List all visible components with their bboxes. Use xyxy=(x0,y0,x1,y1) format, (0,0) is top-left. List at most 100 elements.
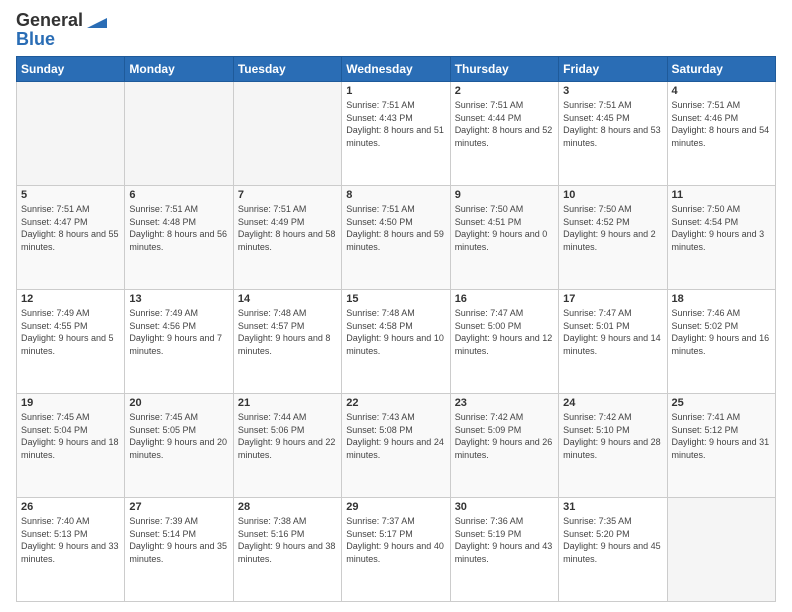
calendar-cell: 12 Sunrise: 7:49 AMSunset: 4:55 PMDayligh… xyxy=(17,290,125,394)
calendar-cell: 16Sunrise: 7:47 AMSunset: 5:00 PMDayligh… xyxy=(450,290,558,394)
day-info: Sunrise: 7:46 AMSunset: 5:02 PMDaylight:… xyxy=(672,307,771,357)
day-number: 8 xyxy=(346,189,445,201)
day-number: 20 xyxy=(129,397,228,409)
day-info: Sunrise: 7:51 AMSunset: 4:45 PMDaylight:… xyxy=(563,99,662,149)
header: General Blue xyxy=(16,10,776,50)
day-number: 17 xyxy=(563,293,662,305)
day-info: Sunrise: 7:41 AMSunset: 5:12 PMDaylight:… xyxy=(672,411,771,461)
day-info: Sunrise: 7:44 AMSunset: 5:06 PMDaylight:… xyxy=(238,411,337,461)
calendar-cell: 22 Sunrise: 7:43 AMSunset: 5:08 PMDayligh… xyxy=(342,394,450,498)
calendar-cell xyxy=(667,498,775,602)
calendar-cell: 7 Sunrise: 7:51 AMSunset: 4:49 PMDaylight… xyxy=(233,186,341,290)
day-info: Sunrise: 7:51 AMSunset: 4:50 PMDaylight:… xyxy=(346,203,445,253)
day-number: 16 xyxy=(455,293,554,305)
weekday-header-friday: Friday xyxy=(559,57,667,82)
day-info: Sunrise: 7:38 AMSunset: 5:16 PMDaylight:… xyxy=(238,515,337,565)
day-info: Sunrise: 7:35 AMSunset: 5:20 PMDaylight:… xyxy=(563,515,662,565)
day-number: 19 xyxy=(21,397,120,409)
calendar-cell: 20 Sunrise: 7:45 AMSunset: 5:05 PMDayligh… xyxy=(125,394,233,498)
day-info: Sunrise: 7:50 AMSunset: 4:52 PMDaylight:… xyxy=(563,203,662,253)
week-row-1: 1 Sunrise: 7:51 AMSunset: 4:43 PMDaylight… xyxy=(17,82,776,186)
calendar-cell: 26 Sunrise: 7:40 AMSunset: 5:13 PMDayligh… xyxy=(17,498,125,602)
calendar-cell xyxy=(125,82,233,186)
day-number: 23 xyxy=(455,397,554,409)
calendar-cell: 21Sunrise: 7:44 AMSunset: 5:06 PMDayligh… xyxy=(233,394,341,498)
calendar-cell: 29Sunrise: 7:37 AMSunset: 5:17 PMDayligh… xyxy=(342,498,450,602)
logo-general-text: General xyxy=(16,10,83,31)
week-row-4: 19 Sunrise: 7:45 AMSunset: 5:04 PMDayligh… xyxy=(17,394,776,498)
day-info: Sunrise: 7:37 AMSunset: 5:17 PMDaylight:… xyxy=(346,515,445,565)
day-number: 4 xyxy=(672,85,771,97)
day-number: 30 xyxy=(455,501,554,513)
day-info: Sunrise: 7:42 AMSunset: 5:10 PMDaylight:… xyxy=(563,411,662,461)
calendar-cell: 23 Sunrise: 7:42 AMSunset: 5:09 PMDayligh… xyxy=(450,394,558,498)
calendar-cell: 4 Sunrise: 7:51 AMSunset: 4:46 PMDaylight… xyxy=(667,82,775,186)
day-info: Sunrise: 7:42 AMSunset: 5:09 PMDaylight:… xyxy=(455,411,554,461)
week-row-2: 5Sunrise: 7:51 AMSunset: 4:47 PMDaylight… xyxy=(17,186,776,290)
calendar-cell: 30 Sunrise: 7:36 AMSunset: 5:19 PMDayligh… xyxy=(450,498,558,602)
calendar-cell: 31Sunrise: 7:35 AMSunset: 5:20 PMDayligh… xyxy=(559,498,667,602)
day-number: 25 xyxy=(672,397,771,409)
day-number: 7 xyxy=(238,189,337,201)
calendar-cell: 8 Sunrise: 7:51 AMSunset: 4:50 PMDaylight… xyxy=(342,186,450,290)
calendar-table: SundayMondayTuesdayWednesdayThursdayFrid… xyxy=(16,56,776,602)
day-number: 3 xyxy=(563,85,662,97)
calendar-cell: 27Sunrise: 7:39 AMSunset: 5:14 PMDayligh… xyxy=(125,498,233,602)
page: General Blue SundayMondayTuesdayWednesda… xyxy=(0,0,792,612)
logo-icon xyxy=(85,14,107,30)
day-number: 11 xyxy=(672,189,771,201)
day-number: 26 xyxy=(21,501,120,513)
day-info: Sunrise: 7:51 AMSunset: 4:44 PMDaylight:… xyxy=(455,99,554,149)
calendar-cell: 1 Sunrise: 7:51 AMSunset: 4:43 PMDaylight… xyxy=(342,82,450,186)
calendar-cell: 17Sunrise: 7:47 AMSunset: 5:01 PMDayligh… xyxy=(559,290,667,394)
calendar-cell: 18 Sunrise: 7:46 AMSunset: 5:02 PMDayligh… xyxy=(667,290,775,394)
calendar-cell: 10 Sunrise: 7:50 AMSunset: 4:52 PMDayligh… xyxy=(559,186,667,290)
weekday-header-thursday: Thursday xyxy=(450,57,558,82)
day-number: 22 xyxy=(346,397,445,409)
day-info: Sunrise: 7:43 AMSunset: 5:08 PMDaylight:… xyxy=(346,411,445,461)
day-info: Sunrise: 7:51 AMSunset: 4:47 PMDaylight:… xyxy=(21,203,120,253)
calendar-cell: 9Sunrise: 7:50 AMSunset: 4:51 PMDaylight… xyxy=(450,186,558,290)
calendar-cell: 5Sunrise: 7:51 AMSunset: 4:47 PMDaylight… xyxy=(17,186,125,290)
calendar-cell: 6 Sunrise: 7:51 AMSunset: 4:48 PMDaylight… xyxy=(125,186,233,290)
day-number: 24 xyxy=(563,397,662,409)
day-info: Sunrise: 7:36 AMSunset: 5:19 PMDaylight:… xyxy=(455,515,554,565)
calendar-cell: 15 Sunrise: 7:48 AMSunset: 4:58 PMDayligh… xyxy=(342,290,450,394)
day-number: 10 xyxy=(563,189,662,201)
day-info: Sunrise: 7:51 AMSunset: 4:48 PMDaylight:… xyxy=(129,203,228,253)
calendar-cell: 19 Sunrise: 7:45 AMSunset: 5:04 PMDayligh… xyxy=(17,394,125,498)
day-info: Sunrise: 7:45 AMSunset: 5:04 PMDaylight:… xyxy=(21,411,120,461)
day-info: Sunrise: 7:48 AMSunset: 4:58 PMDaylight:… xyxy=(346,307,445,357)
day-info: Sunrise: 7:51 AMSunset: 4:49 PMDaylight:… xyxy=(238,203,337,253)
calendar-cell: 13Sunrise: 7:49 AMSunset: 4:56 PMDayligh… xyxy=(125,290,233,394)
weekday-header-tuesday: Tuesday xyxy=(233,57,341,82)
day-info: Sunrise: 7:40 AMSunset: 5:13 PMDaylight:… xyxy=(21,515,120,565)
calendar-cell: 14Sunrise: 7:48 AMSunset: 4:57 PMDayligh… xyxy=(233,290,341,394)
day-number: 2 xyxy=(455,85,554,97)
day-number: 12 xyxy=(21,293,120,305)
day-number: 27 xyxy=(129,501,228,513)
day-info: Sunrise: 7:51 AMSunset: 4:43 PMDaylight:… xyxy=(346,99,445,149)
calendar-cell: 2 Sunrise: 7:51 AMSunset: 4:44 PMDaylight… xyxy=(450,82,558,186)
weekday-header-monday: Monday xyxy=(125,57,233,82)
day-info: Sunrise: 7:50 AMSunset: 4:54 PMDaylight:… xyxy=(672,203,771,253)
day-number: 15 xyxy=(346,293,445,305)
day-number: 28 xyxy=(238,501,337,513)
day-number: 14 xyxy=(238,293,337,305)
calendar-cell xyxy=(233,82,341,186)
day-info: Sunrise: 7:51 AMSunset: 4:46 PMDaylight:… xyxy=(672,99,771,149)
calendar-cell: 28 Sunrise: 7:38 AMSunset: 5:16 PMDayligh… xyxy=(233,498,341,602)
week-row-3: 12 Sunrise: 7:49 AMSunset: 4:55 PMDayligh… xyxy=(17,290,776,394)
day-info: Sunrise: 7:49 AMSunset: 4:55 PMDaylight:… xyxy=(21,307,120,357)
day-number: 1 xyxy=(346,85,445,97)
day-number: 6 xyxy=(129,189,228,201)
day-number: 18 xyxy=(672,293,771,305)
day-number: 13 xyxy=(129,293,228,305)
calendar-cell: 24 Sunrise: 7:42 AMSunset: 5:10 PMDayligh… xyxy=(559,394,667,498)
weekday-header-wednesday: Wednesday xyxy=(342,57,450,82)
day-info: Sunrise: 7:45 AMSunset: 5:05 PMDaylight:… xyxy=(129,411,228,461)
calendar-cell: 11 Sunrise: 7:50 AMSunset: 4:54 PMDayligh… xyxy=(667,186,775,290)
calendar-cell: 25 Sunrise: 7:41 AMSunset: 5:12 PMDayligh… xyxy=(667,394,775,498)
weekday-header-saturday: Saturday xyxy=(667,57,775,82)
weekday-header-sunday: Sunday xyxy=(17,57,125,82)
